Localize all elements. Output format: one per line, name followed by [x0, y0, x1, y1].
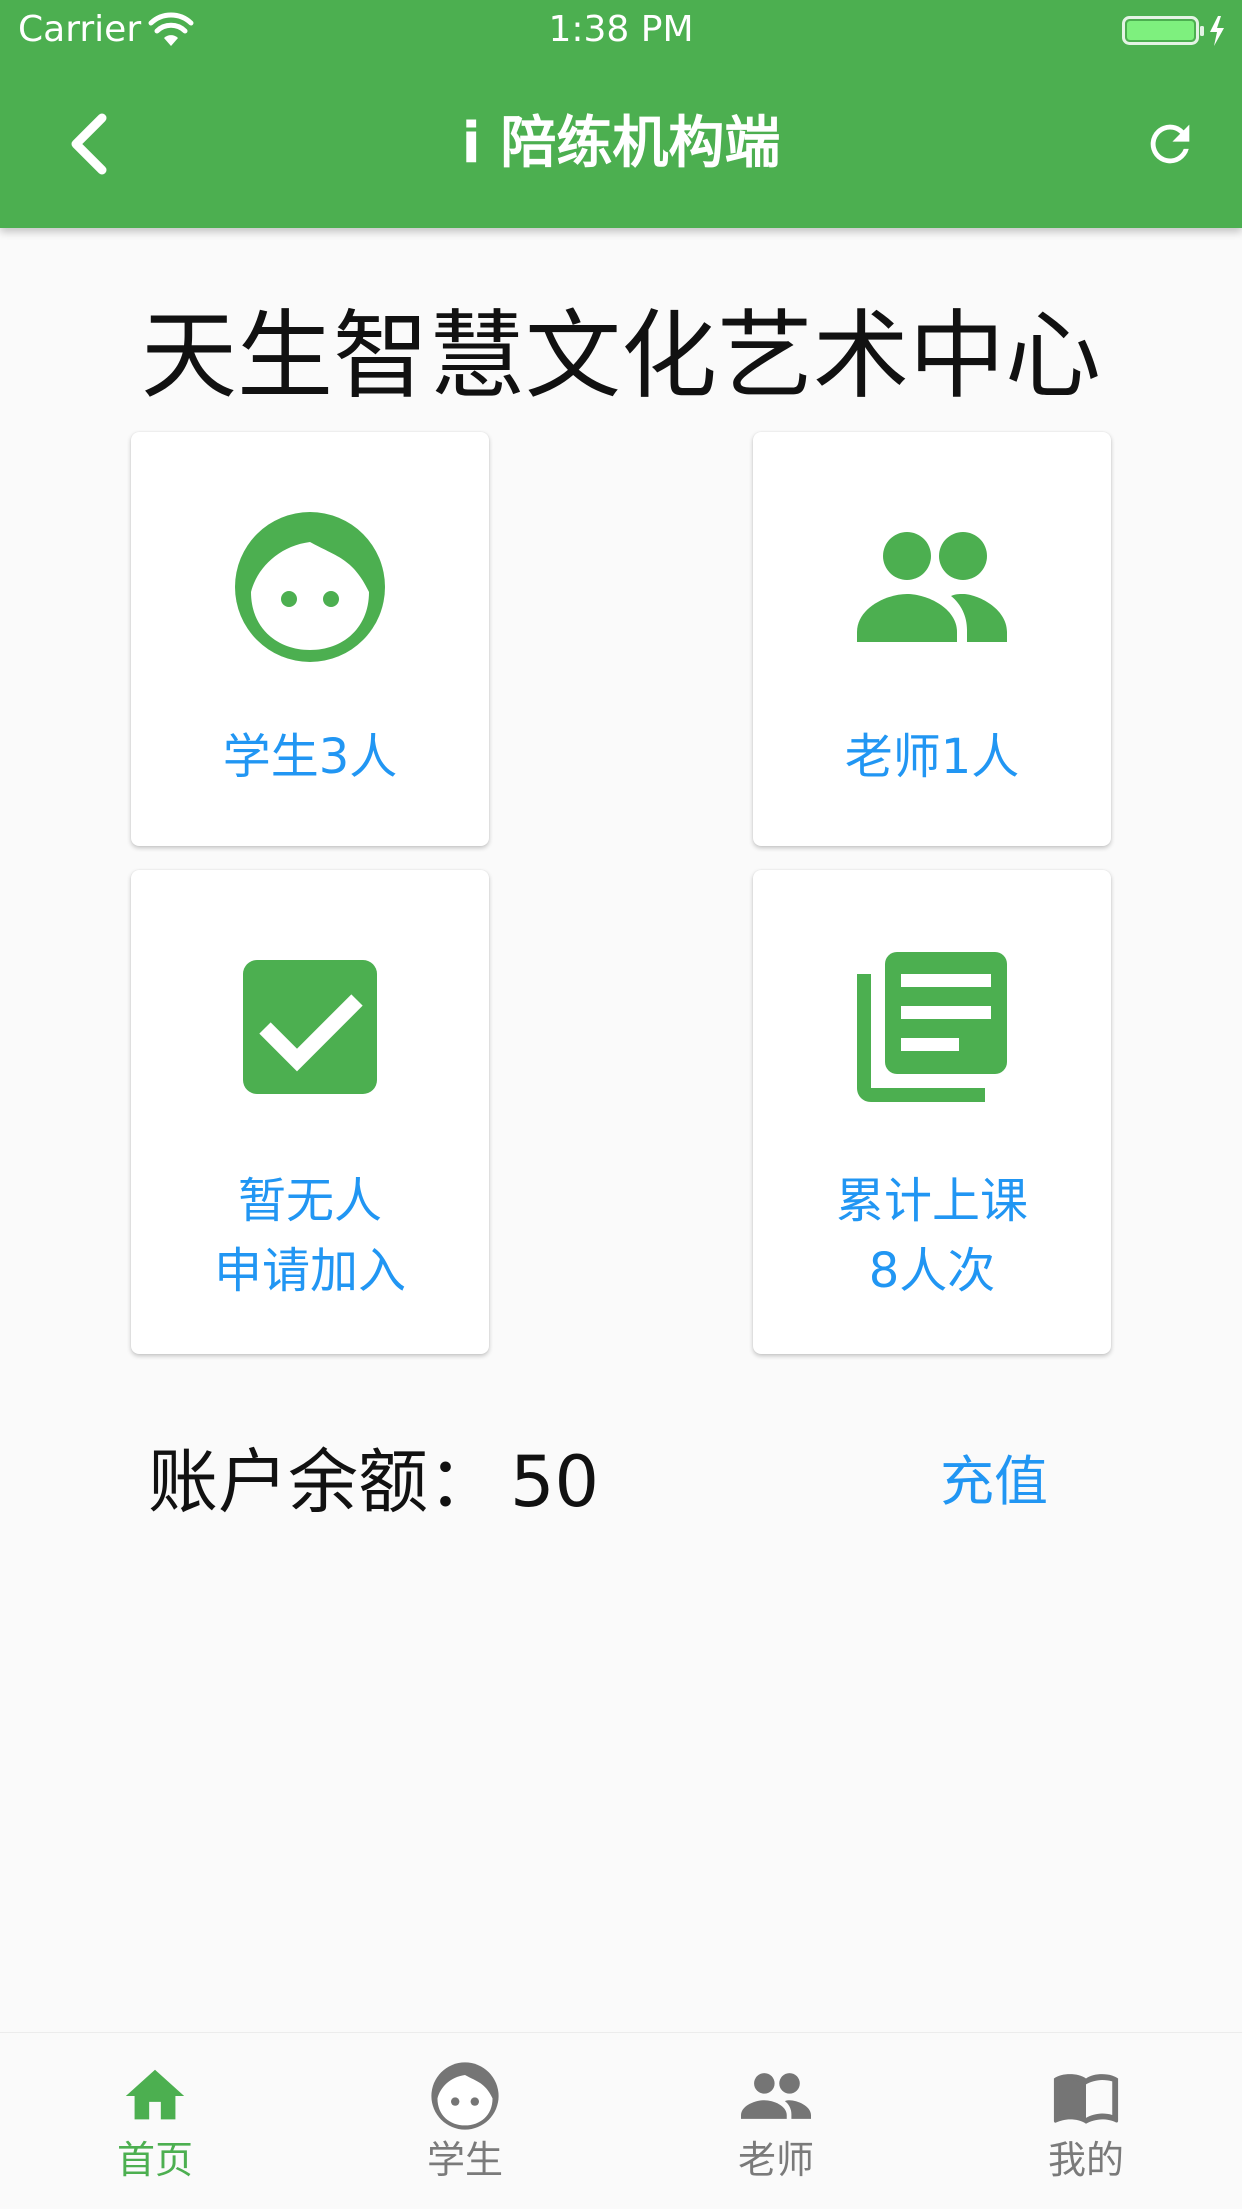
- carrier-label: Carrier: [18, 9, 142, 50]
- status-bar: Carrier 1:38 PM: [0, 0, 1242, 60]
- bottom-tab-bar: 首页 学生 老师 我的: [0, 2032, 1242, 2209]
- tab-mine-label: 我的: [1047, 2138, 1124, 2182]
- status-time: 1:38 PM: [548, 9, 694, 50]
- student-face-icon: [235, 512, 385, 662]
- tab-students-label: 学生: [426, 2138, 503, 2182]
- battery-icon: [1122, 16, 1224, 46]
- lessons-card[interactable]: 累计上课 8人次: [753, 870, 1111, 1354]
- applications-card-label: 暂无人 申请加入: [131, 1166, 489, 1306]
- app-screen: Carrier 1:38 PM i 陪练机构端 天生智慧文化艺术中心 学生3人 …: [0, 0, 1242, 2209]
- lessons-line-1: 累计上课: [835, 1173, 1028, 1229]
- organization-name: 天生智慧文化艺术中心: [141, 300, 1101, 412]
- checkbox-icon: [243, 960, 377, 1094]
- recharge-button[interactable]: 充值: [940, 1446, 1048, 1518]
- applications-line-1: 暂无人: [237, 1173, 382, 1229]
- people-icon: [857, 532, 1007, 642]
- chevron-left-icon: [71, 113, 107, 175]
- students-card[interactable]: 学生3人: [131, 432, 489, 846]
- balance-value: 50: [510, 1441, 600, 1523]
- balance-label: 账户余额：: [148, 1441, 498, 1523]
- lessons-line-2: 8人次: [868, 1243, 996, 1299]
- people-icon: [741, 2073, 811, 2119]
- tab-home-label: 首页: [116, 2138, 193, 2182]
- applications-card[interactable]: 暂无人 申请加入: [131, 870, 489, 1354]
- tab-mine[interactable]: 我的: [931, 2033, 1241, 2209]
- tab-teachers[interactable]: 老师: [621, 2033, 931, 2209]
- teachers-card[interactable]: 老师1人: [753, 432, 1111, 846]
- teachers-card-label: 老师1人: [753, 722, 1111, 792]
- library-books-icon: [857, 952, 1007, 1102]
- students-card-label: 学生3人: [131, 722, 489, 792]
- teachers-count-text: 老师1人: [844, 729, 1020, 785]
- app-header: Carrier 1:38 PM i 陪练机构端: [0, 0, 1242, 228]
- lessons-card-label: 累计上课 8人次: [753, 1166, 1111, 1306]
- refresh-button[interactable]: [1130, 104, 1210, 184]
- book-icon: [1053, 2074, 1119, 2124]
- refresh-icon: [1150, 124, 1190, 164]
- applications-line-2: 申请加入: [213, 1243, 406, 1299]
- home-icon: [125, 2069, 185, 2120]
- students-count-text: 学生3人: [222, 729, 398, 785]
- face-icon: [431, 2062, 499, 2130]
- back-button[interactable]: [48, 104, 128, 184]
- tab-teachers-label: 老师: [737, 2138, 814, 2182]
- tab-students[interactable]: 学生: [310, 2033, 620, 2209]
- wifi-icon: [148, 12, 194, 46]
- tab-home[interactable]: 首页: [0, 2033, 310, 2209]
- page-title: i 陪练机构端: [461, 111, 781, 176]
